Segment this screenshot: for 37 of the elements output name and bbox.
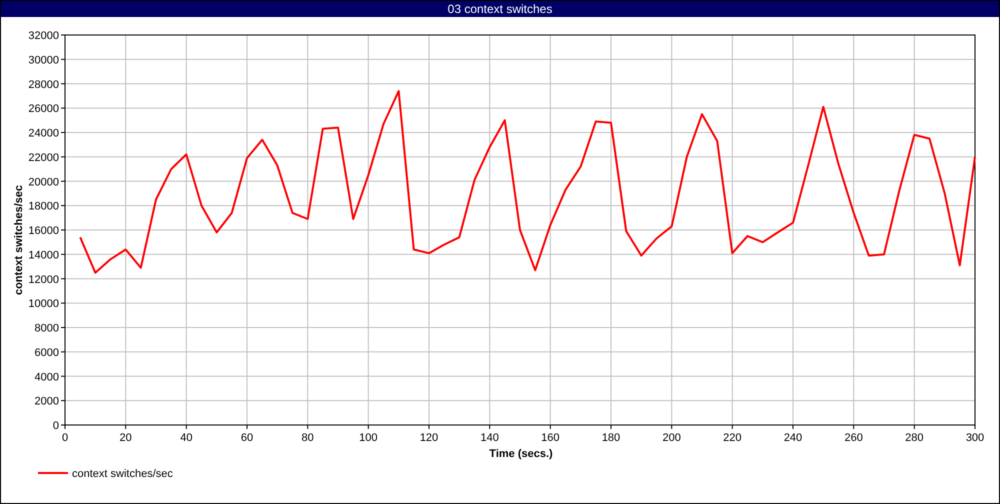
y-tick-label: 28000 (28, 78, 59, 91)
x-tick-label: 300 (966, 432, 984, 444)
legend-label: context switches/sec (72, 468, 173, 480)
y-tick-label: 6000 (34, 346, 59, 359)
y-tick-label: 12000 (28, 274, 59, 286)
y-tick-label: 16000 (28, 225, 59, 237)
x-tick-label: 240 (784, 432, 802, 444)
y-tick-label: 26000 (28, 103, 59, 116)
y-axis-title: context switches/sec (13, 184, 25, 296)
y-tick-label: 32000 (28, 30, 59, 42)
x-tick-label: 160 (541, 432, 560, 444)
x-tick-label: 260 (844, 432, 863, 444)
y-tick-label: 24000 (28, 128, 59, 140)
y-tick-label: 8000 (34, 322, 59, 334)
x-tick-label: 180 (602, 432, 620, 444)
y-tick-label: 10000 (28, 298, 59, 310)
window-title-bar: 03 context switches (1, 1, 999, 17)
x-tick-label: 280 (905, 432, 924, 444)
x-tick-label: 80 (302, 432, 314, 444)
y-tick-label: 20000 (28, 176, 59, 188)
x-axis-title: Time (secs.) (489, 448, 553, 460)
x-tick-label: 0 (62, 432, 68, 444)
x-tick-label: 40 (180, 432, 192, 444)
y-tick-label: 22000 (28, 152, 59, 164)
x-tick-label: 20 (120, 432, 132, 444)
x-tick-label: 220 (723, 432, 742, 444)
y-tick-label: 4000 (34, 371, 59, 384)
x-tick-label: 100 (359, 432, 378, 444)
y-tick-label: 0 (52, 420, 59, 432)
x-tick-label: 200 (662, 432, 681, 444)
x-tick-label: 60 (240, 432, 254, 444)
x-tick-label: 140 (480, 432, 499, 444)
y-tick-label: 18000 (28, 200, 59, 213)
y-tick-label: 14000 (28, 249, 59, 262)
y-tick-label: 30000 (28, 54, 59, 66)
x-tick-label: 120 (420, 432, 438, 444)
y-tick-label: 2000 (34, 396, 59, 408)
